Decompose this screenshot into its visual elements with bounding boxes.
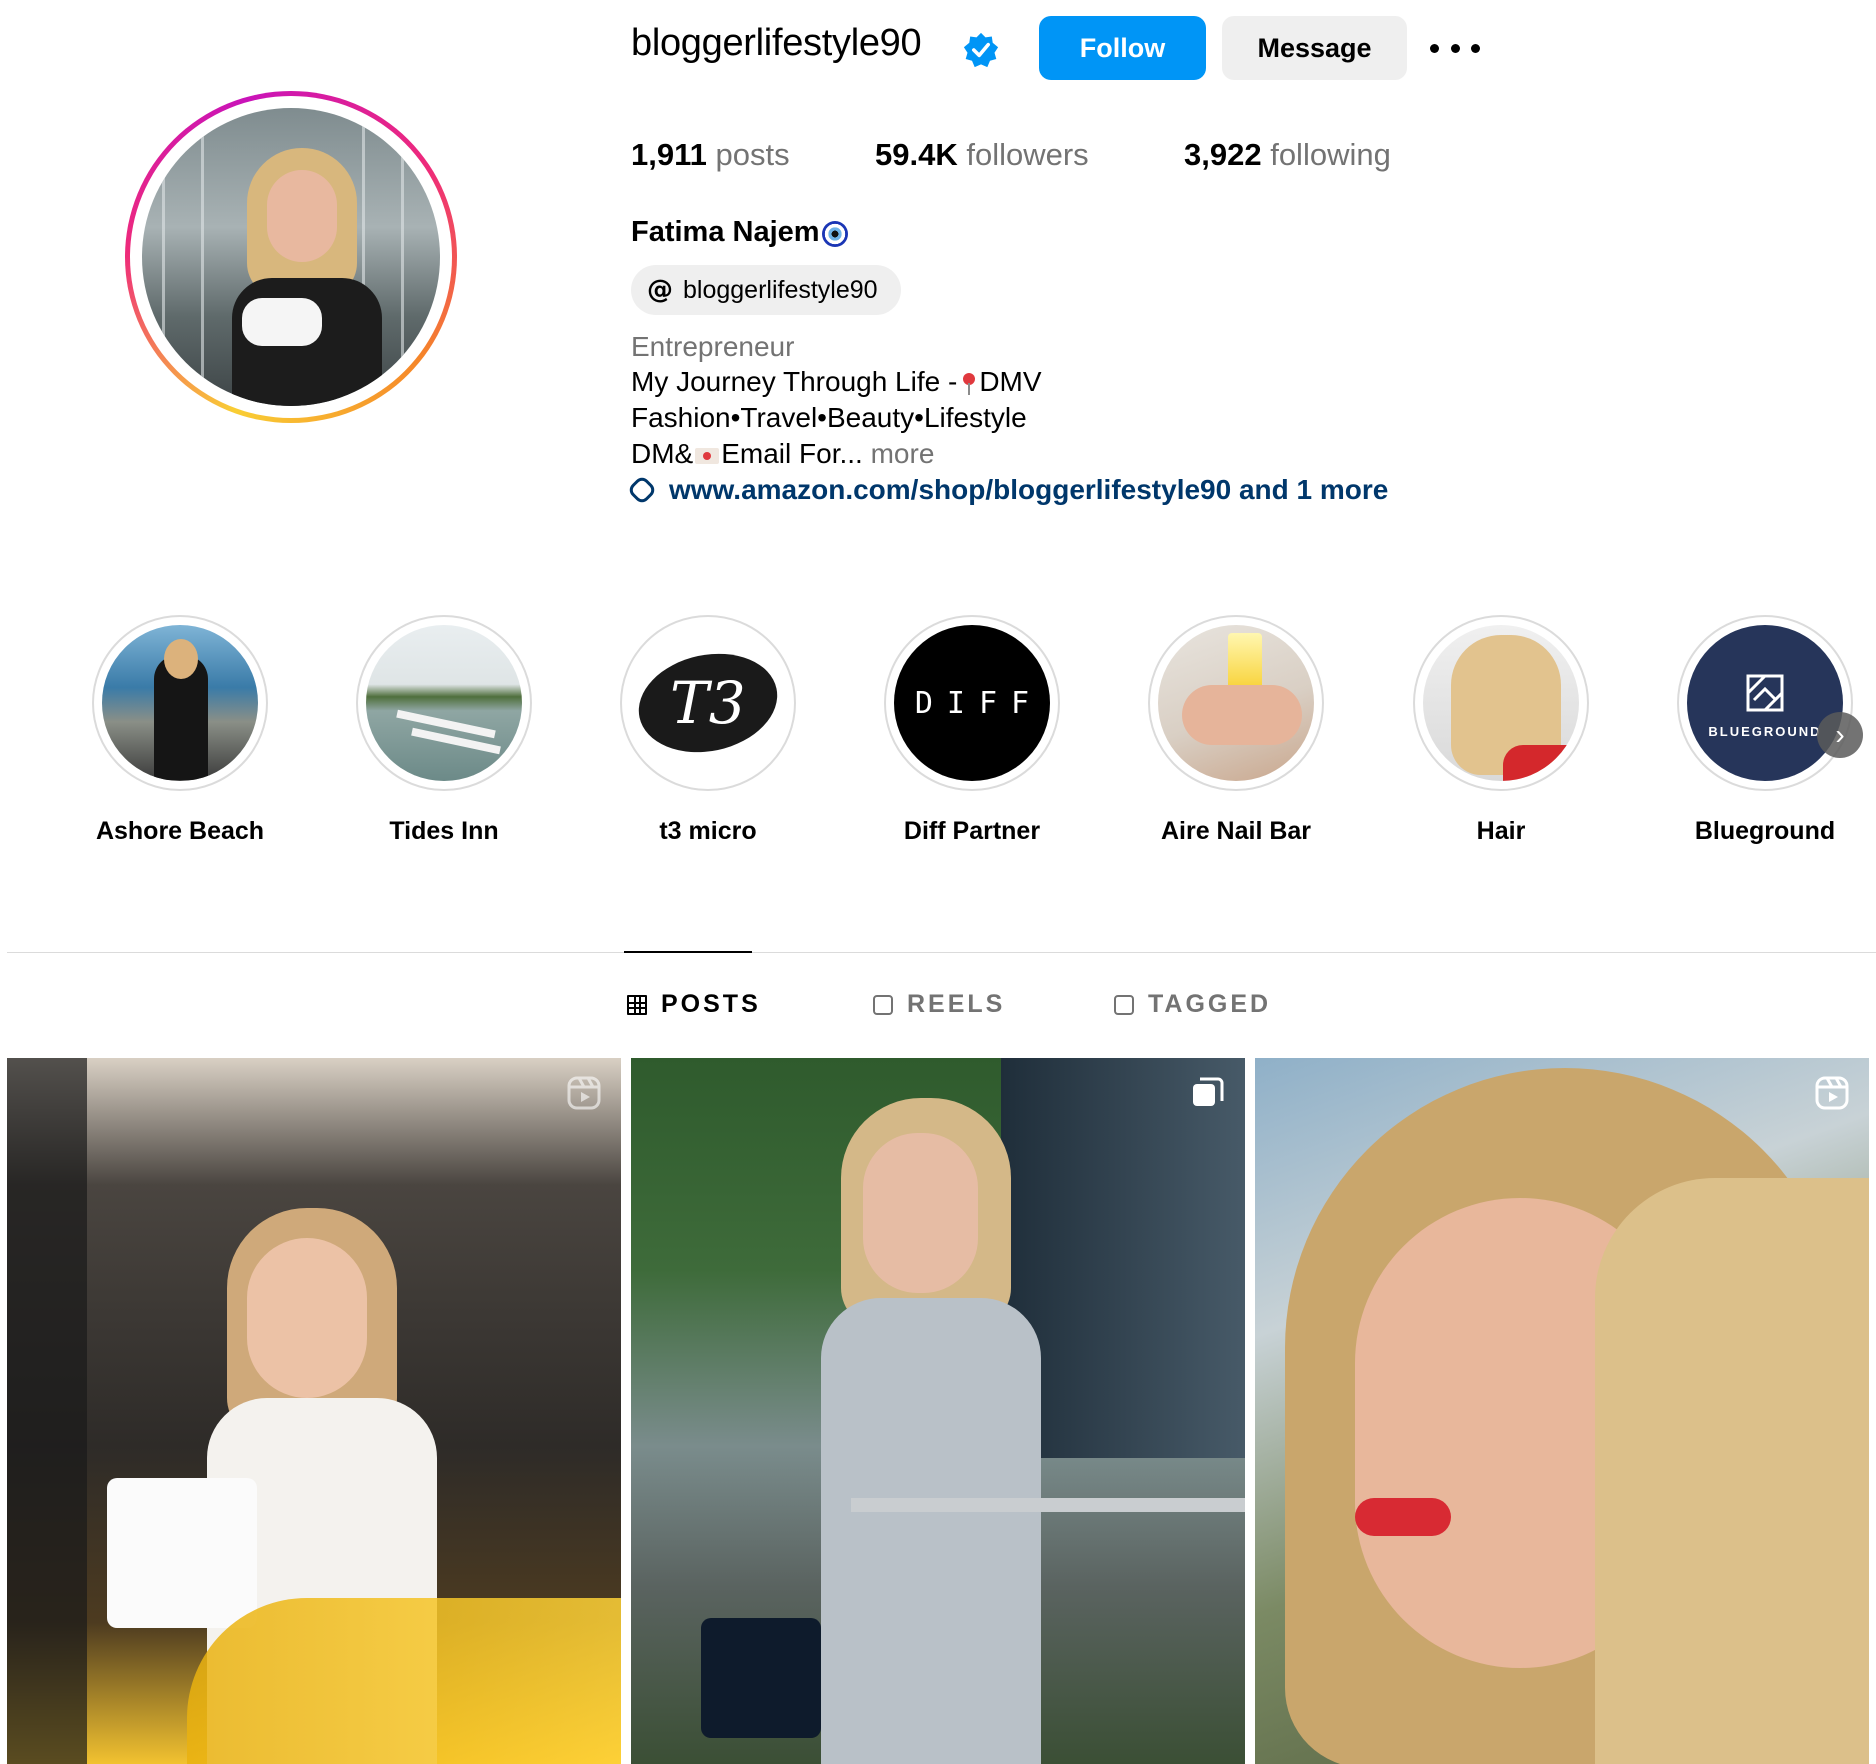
highlight-tides-inn[interactable]: Tides Inn bbox=[356, 615, 532, 846]
highlight-cover: DIFF bbox=[894, 625, 1050, 781]
highlight-label: Aire Nail Bar bbox=[1160, 817, 1312, 845]
profile-link-text[interactable]: www.amazon.com/shop/bloggerlifestyle90 a… bbox=[669, 474, 1388, 506]
bio-line-3: DM& Email For... more bbox=[631, 438, 934, 470]
highlight-cover: BLUEGROUND bbox=[1687, 625, 1843, 781]
profile-divider bbox=[7, 952, 1876, 953]
post-tile[interactable] bbox=[631, 1058, 1245, 1764]
bio-more-link[interactable]: more bbox=[871, 438, 935, 469]
grid-icon bbox=[627, 994, 647, 1015]
profile-photo bbox=[142, 108, 440, 406]
following-count[interactable]: 3,922 following bbox=[1184, 137, 1391, 173]
posts-count-value: 1,911 bbox=[631, 137, 707, 172]
highlight-label: Hair bbox=[1476, 817, 1526, 845]
tagged-icon bbox=[1114, 994, 1134, 1015]
link-icon bbox=[626, 474, 658, 506]
highlight-aire-nail-bar[interactable]: Aire Nail Bar bbox=[1148, 615, 1324, 846]
threads-handle: bloggerlifestyle90 bbox=[683, 275, 878, 304]
highlight-hair[interactable]: Hair bbox=[1413, 615, 1589, 846]
bio-line-1-text: My Journey Through Life - bbox=[631, 366, 958, 397]
bio-line-1-location: DMV bbox=[979, 366, 1042, 397]
followers-count-label: followers bbox=[966, 137, 1089, 172]
follow-button[interactable]: Follow bbox=[1039, 16, 1206, 80]
highlight-t3-micro[interactable]: T3 t3 micro bbox=[620, 615, 796, 846]
reels-icon bbox=[873, 994, 893, 1015]
more-options-icon[interactable] bbox=[1430, 30, 1480, 66]
highlight-label: Tides Inn bbox=[389, 817, 499, 845]
highlight-label: Blueground bbox=[1694, 817, 1836, 845]
bio-line-3-end: Email For... bbox=[721, 438, 863, 469]
highlight-cover bbox=[1423, 625, 1579, 781]
highlight-diff-partner[interactable]: DIFF Diff Partner bbox=[884, 615, 1060, 846]
threads-icon: @ bbox=[647, 275, 673, 305]
love-letter-icon bbox=[695, 447, 720, 464]
threads-badge[interactable]: @ bloggerlifestyle90 bbox=[631, 265, 901, 315]
highlights-next-chevron-icon[interactable]: › bbox=[1817, 712, 1863, 758]
tab-tagged[interactable]: TAGGED bbox=[1114, 990, 1271, 1019]
tab-tagged-label: TAGGED bbox=[1148, 990, 1272, 1018]
tab-posts-label: POSTS bbox=[661, 990, 761, 1018]
verified-badge-icon bbox=[963, 32, 999, 68]
active-tab-indicator bbox=[624, 951, 752, 953]
diff-logo: DIFF bbox=[914, 685, 1044, 721]
blueground-logo-icon bbox=[1746, 674, 1784, 711]
followers-count[interactable]: 59.4K followers bbox=[875, 137, 1089, 173]
profile-full-name: Fatima Najem bbox=[631, 216, 820, 248]
highlight-label: t3 micro bbox=[659, 817, 757, 845]
nazar-eye-icon bbox=[822, 221, 848, 247]
bio-line-2: Fashion•Travel•Beauty•Lifestyle bbox=[631, 402, 1027, 433]
tab-posts[interactable]: POSTS bbox=[627, 990, 761, 1019]
t3-logo: T3 bbox=[670, 669, 746, 737]
highlight-cover bbox=[1158, 625, 1314, 781]
posts-count: 1,911 posts bbox=[631, 137, 790, 173]
highlight-cover: T3 bbox=[630, 625, 786, 781]
profile-category: Entrepreneur bbox=[631, 331, 795, 362]
location-pin-icon bbox=[963, 373, 976, 395]
highlight-label: Diff Partner bbox=[903, 817, 1041, 845]
carousel-icon bbox=[1193, 1077, 1224, 1106]
highlight-label: Ashore Beach bbox=[95, 817, 265, 845]
following-count-value: 3,922 bbox=[1184, 137, 1262, 172]
profile-avatar[interactable] bbox=[125, 91, 457, 423]
profile-link[interactable]: www.amazon.com/shop/bloggerlifestyle90 a… bbox=[626, 474, 1388, 506]
followers-count-value: 59.4K bbox=[875, 137, 958, 172]
blueground-logo-text: BLUEGROUND bbox=[1708, 723, 1822, 739]
highlight-cover bbox=[102, 625, 258, 781]
posts-count-label: posts bbox=[715, 137, 790, 172]
message-button[interactable]: Message bbox=[1222, 16, 1407, 80]
following-count-label: following bbox=[1270, 137, 1391, 172]
profile-username: bloggerlifestyle90 bbox=[631, 22, 922, 64]
tab-reels-label: REELS bbox=[907, 990, 1006, 1018]
bio-line-1: My Journey Through Life - DMV bbox=[631, 366, 1042, 398]
reels-icon bbox=[1815, 1076, 1849, 1110]
bio-line-3-start: DM& bbox=[631, 438, 694, 469]
highlight-ashore-beach[interactable]: Ashore Beach bbox=[92, 615, 268, 846]
post-tile[interactable] bbox=[1255, 1058, 1869, 1764]
tab-reels[interactable]: REELS bbox=[873, 990, 1005, 1019]
reels-icon bbox=[567, 1076, 601, 1110]
highlight-cover bbox=[366, 625, 522, 781]
post-tile[interactable] bbox=[7, 1058, 621, 1764]
